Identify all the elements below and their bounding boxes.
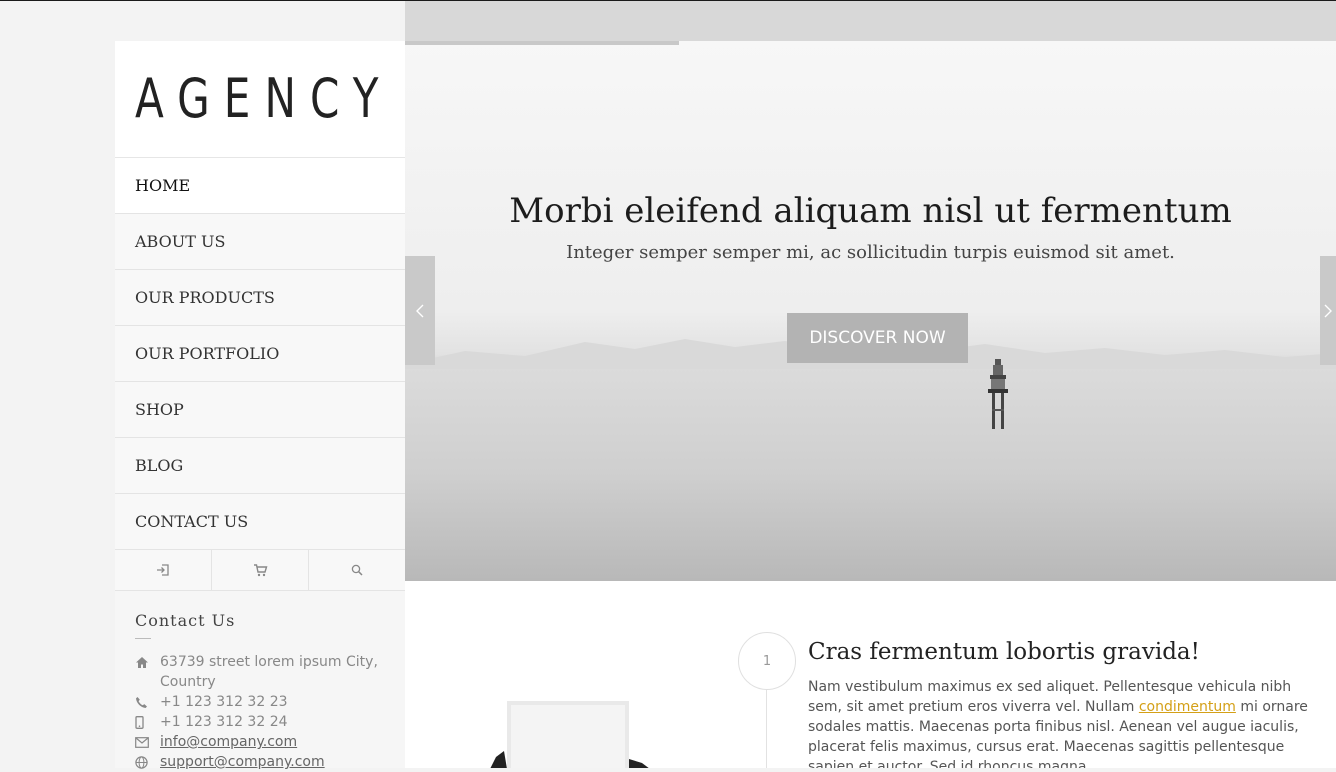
sidebar-icon-row <box>115 550 405 591</box>
nav-item-contact-us[interactable]: CONTACT US <box>115 494 405 550</box>
feature-link[interactable]: condimentum <box>1139 699 1236 715</box>
phone-icon <box>135 692 160 712</box>
slider-progress-bar <box>405 41 679 45</box>
nav-item-about-us[interactable]: ABOUT US <box>115 214 405 270</box>
nav-item-our-portfolio[interactable]: OUR PORTFOLIO <box>115 326 405 382</box>
nav-item-shop[interactable]: SHOP <box>115 382 405 438</box>
contact-mobile: +1 123 312 32 24 <box>135 712 385 732</box>
sign-in-icon <box>157 564 169 576</box>
contact-address-text: 63739 street lorem ipsum City, Country <box>160 654 378 690</box>
hero-slider: Morbi eleifend aliquam nisl ut fermentum… <box>405 41 1336 581</box>
contact-email-link[interactable]: info@company.com <box>160 732 297 752</box>
top-bar <box>405 1 1336 41</box>
search-button[interactable] <box>309 550 405 590</box>
nav-item-blog[interactable]: BLOG <box>115 438 405 494</box>
main-nav: HOME ABOUT US OUR PRODUCTS OUR PORTFOLIO… <box>115 158 405 550</box>
nav-item-home[interactable]: HOME <box>115 158 405 214</box>
contact-support-link[interactable]: support@company.com <box>160 752 325 772</box>
slider-next-button[interactable] <box>1320 256 1336 365</box>
envelope-icon <box>135 732 160 752</box>
hero-subtitle: Integer semper semper mi, ac sollicitudi… <box>566 242 1175 263</box>
contact-email: info@company.com <box>135 732 385 752</box>
hero-title: Morbi eleifend aliquam nisl ut fermentum <box>509 191 1232 231</box>
step-number-badge: 1 <box>738 632 796 690</box>
contact-phone: +1 123 312 32 23 <box>135 692 385 712</box>
contact-support: support@company.com <box>135 752 385 772</box>
feature-title: Cras fermentum lobortis gravida! <box>808 639 1200 665</box>
buoy-tower-image <box>988 359 1008 429</box>
slider-prev-button[interactable] <box>405 256 435 365</box>
contact-widget: Contact Us 63739 street lorem ipsum City… <box>115 591 405 772</box>
contact-title: Contact Us <box>135 611 385 639</box>
device-mockup-image <box>490 701 649 768</box>
discover-now-button[interactable]: DISCOVER NOW <box>787 313 968 363</box>
chevron-left-icon <box>416 304 424 317</box>
feature-text: Nam vestibulum maximus ex sed aliquet. P… <box>808 677 1328 768</box>
search-icon <box>351 564 363 576</box>
globe-icon <box>135 752 160 772</box>
contact-address: 63739 street lorem ipsum City, Country <box>135 652 385 692</box>
sidebar: AGENCY HOME ABOUT US OUR PRODUCTS OUR PO… <box>115 41 405 770</box>
sign-in-button[interactable] <box>115 550 212 590</box>
home-icon <box>135 652 160 672</box>
feature-section: 1 Cras fermentum lobortis gravida! Nam v… <box>405 581 1336 768</box>
contact-mobile-text: +1 123 312 32 24 <box>160 714 288 730</box>
cart-button[interactable] <box>212 550 309 590</box>
chevron-right-icon <box>1324 304 1332 317</box>
site-logo[interactable]: AGENCY <box>135 72 392 126</box>
contact-phone-text: +1 123 312 32 23 <box>160 694 288 710</box>
nav-item-our-products[interactable]: OUR PRODUCTS <box>115 270 405 326</box>
cart-icon <box>253 563 267 576</box>
logo-box: AGENCY <box>115 41 405 158</box>
mobile-icon <box>135 712 160 732</box>
step-connector-line <box>766 689 767 768</box>
